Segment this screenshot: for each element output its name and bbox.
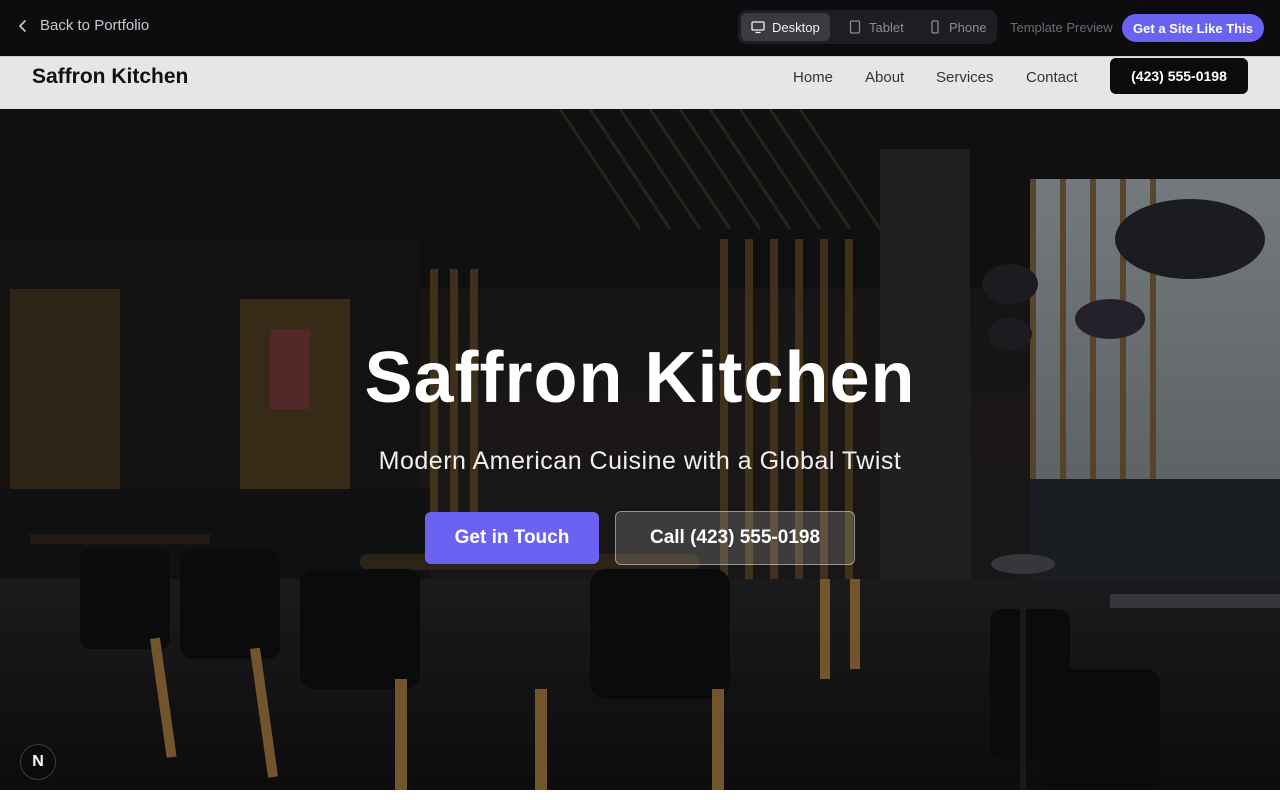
device-desktop-button[interactable]: Desktop <box>741 13 830 41</box>
hero-subtitle: Modern American Cuisine with a Global Tw… <box>378 447 902 475</box>
nav-about-link[interactable]: About <box>865 69 904 86</box>
nav-home-link[interactable]: Home <box>793 69 833 86</box>
get-in-touch-button[interactable]: Get in Touch <box>425 512 599 564</box>
device-switcher: Desktop Tablet Phone <box>738 10 997 44</box>
device-tablet-label: Tablet <box>869 19 904 35</box>
call-button[interactable]: Call (423) 555-0198 <box>615 511 855 565</box>
device-phone-label: Phone <box>949 19 987 35</box>
nav-services-link[interactable]: Services <box>936 69 994 86</box>
nav-contact-link[interactable]: Contact <box>1026 69 1078 86</box>
preview-toolbar: Back to Portfolio Desktop Tablet Phone T… <box>0 0 1280 56</box>
hero-section: Saffron Kitchen Modern American Cuisine … <box>0 109 1280 790</box>
device-phone-button[interactable]: Phone <box>918 13 997 41</box>
desktop-icon <box>751 21 765 34</box>
hero-title: Saffron Kitchen <box>364 338 916 418</box>
device-desktop-label: Desktop <box>772 19 820 35</box>
back-label: Back to Portfolio <box>40 17 150 34</box>
site-navbar: Saffron Kitchen Home About Services Cont… <box>0 56 1280 109</box>
phone-icon <box>931 20 939 34</box>
framework-badge-icon[interactable]: N <box>20 744 56 780</box>
get-site-button[interactable]: Get a Site Like This <box>1122 14 1264 42</box>
template-preview-label: Template Preview <box>1010 20 1113 35</box>
chevron-left-icon <box>19 19 26 32</box>
back-to-portfolio-link[interactable]: Back to Portfolio <box>16 17 149 34</box>
nav-phone-button[interactable]: (423) 555-0198 <box>1110 58 1248 94</box>
device-tablet-button[interactable]: Tablet <box>838 13 914 41</box>
site-logo[interactable]: Saffron Kitchen <box>32 65 188 89</box>
tablet-icon <box>849 20 861 34</box>
page-bottom-strip <box>0 790 1280 800</box>
